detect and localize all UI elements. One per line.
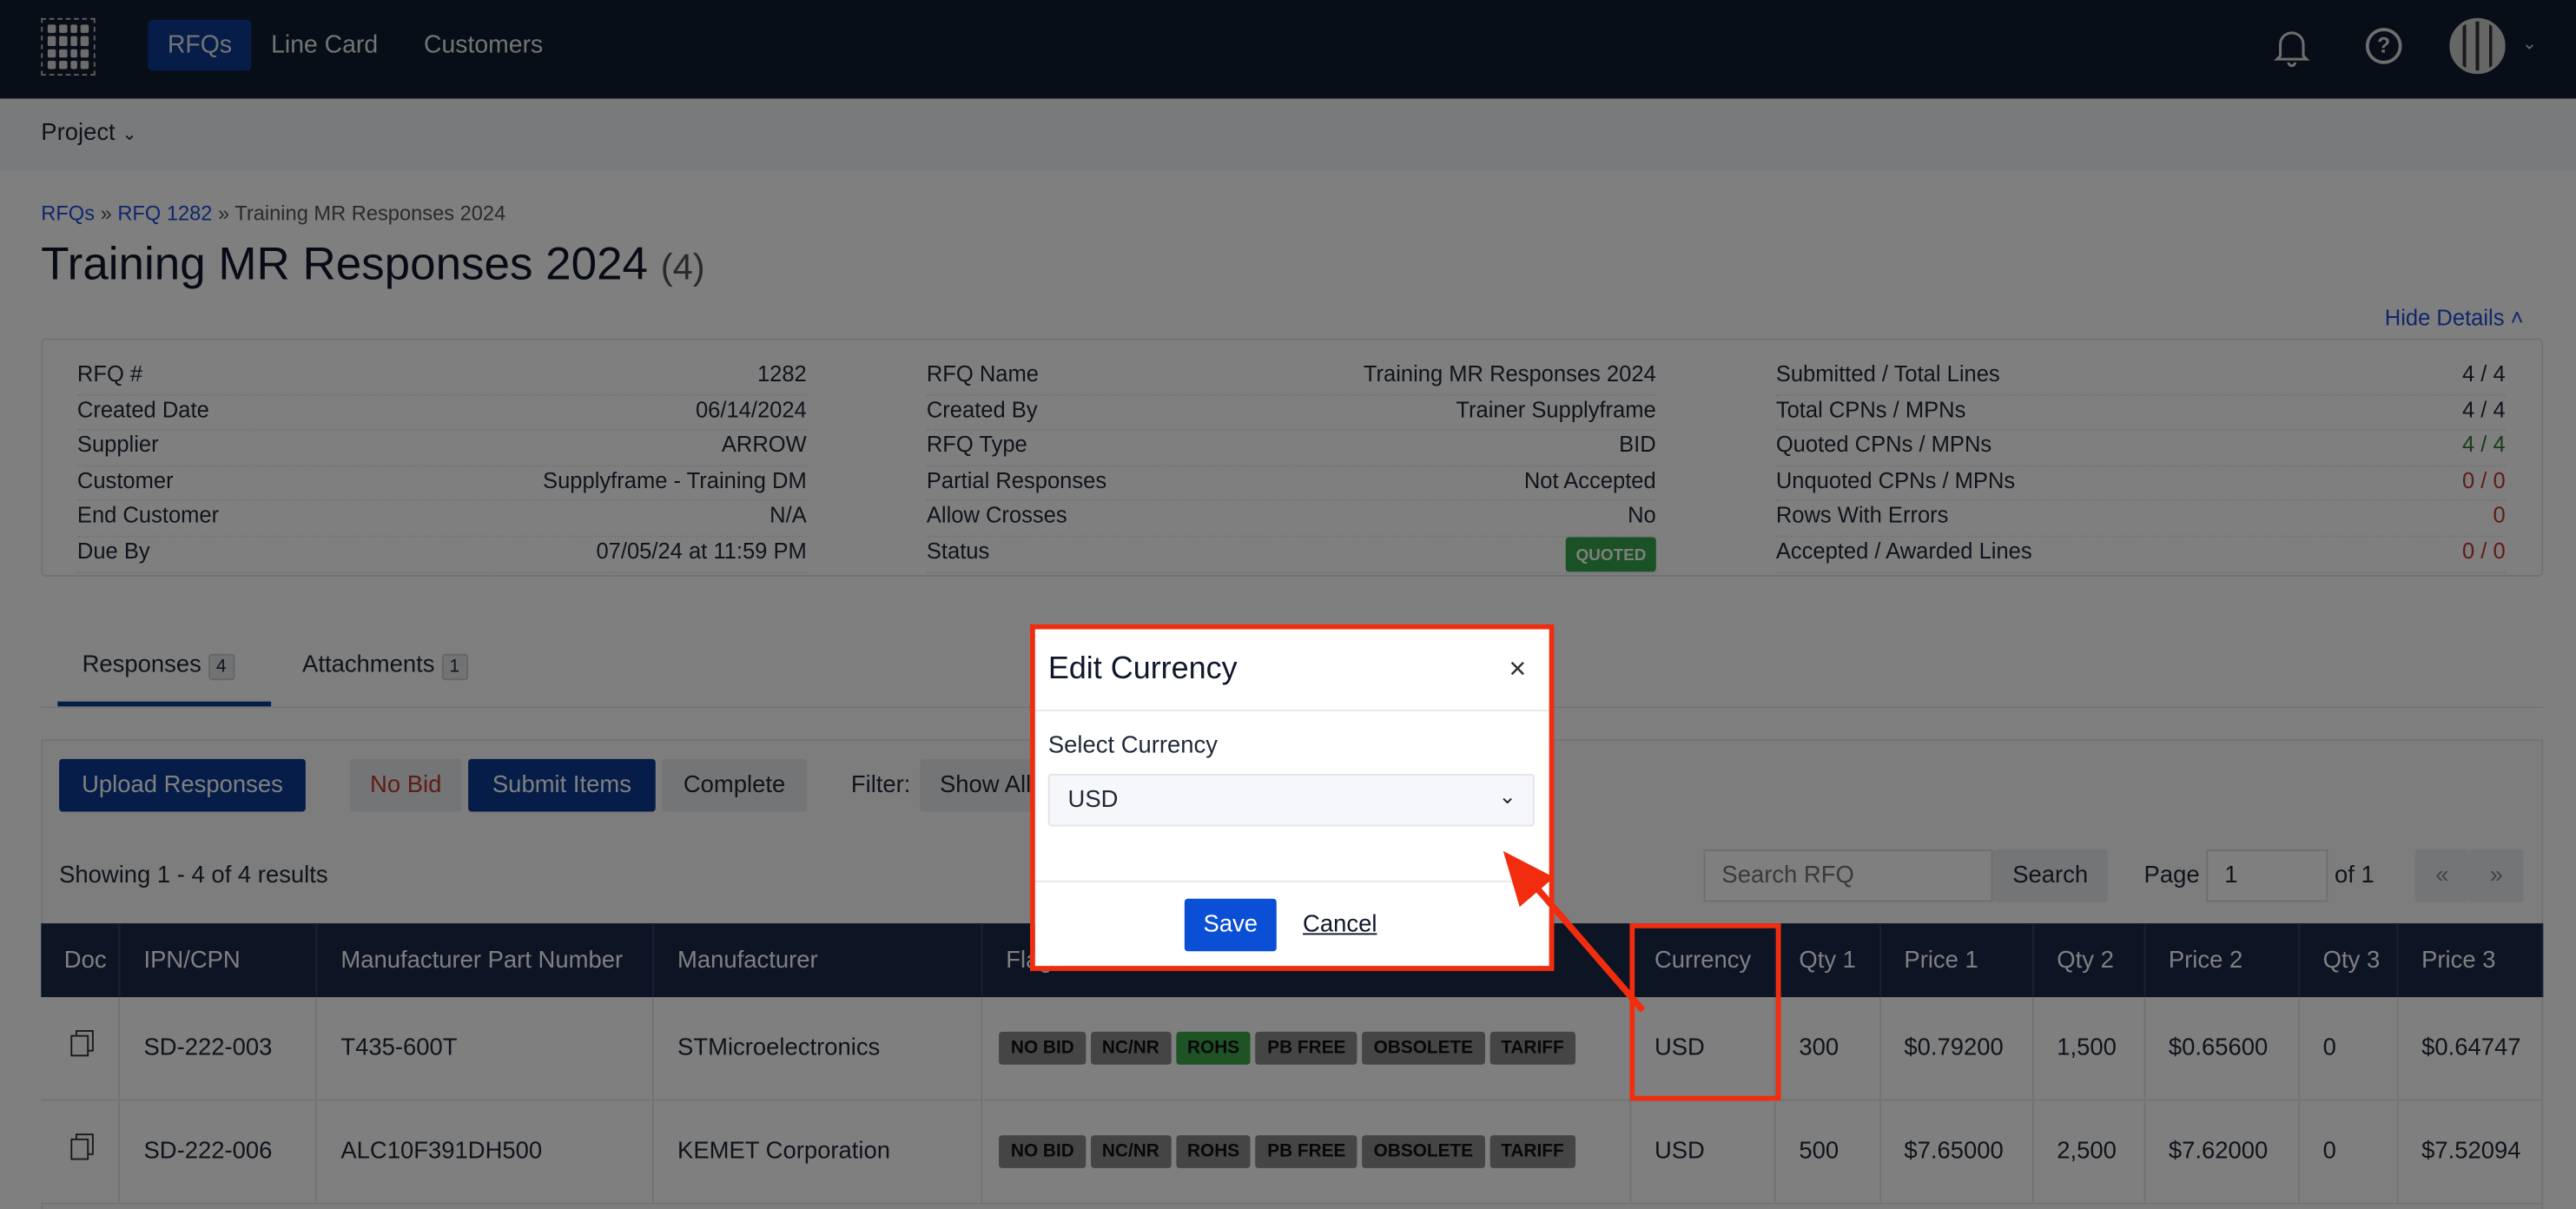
page: RFQs Line Card Customers ? ⌄ Project ⌄ R… (0, 0, 2576, 1209)
arrow-annotation (1503, 850, 1646, 1013)
